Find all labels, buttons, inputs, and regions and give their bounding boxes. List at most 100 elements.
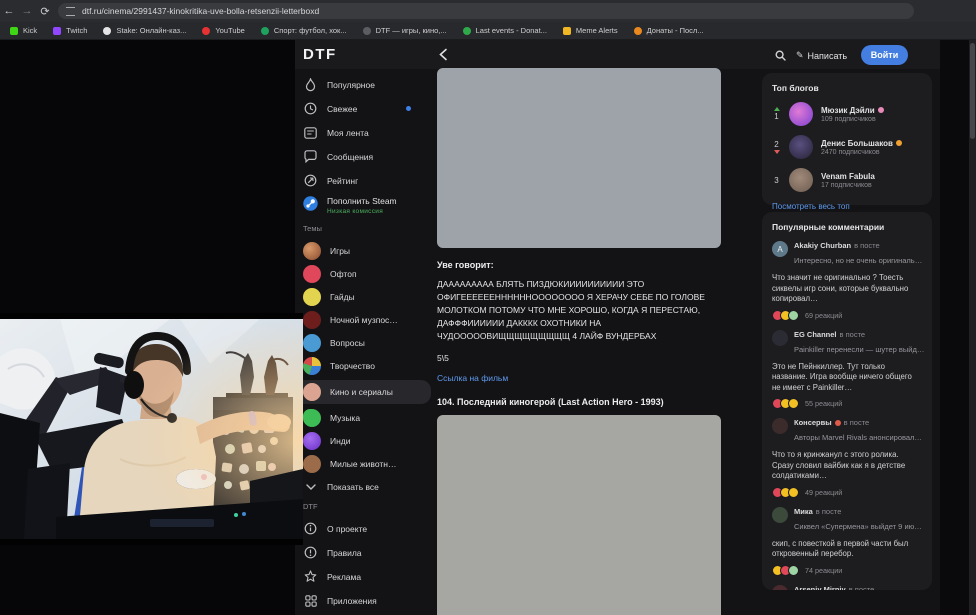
sidebar-item-steam-topup[interactable]: Пополнить Steam Низкая комиссия (303, 196, 427, 215)
comment-post-title[interactable]: Сиквел «Супермена» выйдет 9 ию… (794, 522, 922, 531)
url-bar[interactable]: dtf.ru/cinema/2991437-kinokritika-uve-bo… (58, 3, 914, 19)
comment-author[interactable]: Arseniy Mirniy (794, 585, 846, 591)
sidebar-item-my-feed[interactable]: Моя лента (303, 124, 427, 141)
donates-favicon (633, 26, 642, 35)
feed-icon (303, 125, 318, 140)
dtf-logo[interactable]: DTF (303, 46, 337, 63)
extra-reaction-icon[interactable] (788, 309, 799, 321)
avatar[interactable] (772, 584, 788, 590)
comment-post-title[interactable]: Интересно, но не очень оригиналь… (794, 256, 922, 265)
avatar[interactable] (772, 418, 788, 434)
chevron-down-icon (303, 479, 318, 494)
top-blog-row-3[interactable]: 3 Venam Fabula 17 подписчиков (772, 168, 922, 192)
login-button[interactable]: Войти (861, 45, 908, 65)
comment-author[interactable]: Akakiy Churban (794, 241, 851, 250)
topic-games[interactable]: Игры (303, 242, 427, 260)
sidebar-item-rules[interactable]: Правила (303, 544, 427, 561)
extra-reaction-icon[interactable] (788, 564, 799, 576)
topic-cinema-selected[interactable]: Кино и сериалы (295, 380, 431, 404)
next-film-title: 104. Последний киногерой (Last Action He… (437, 397, 664, 407)
film-link[interactable]: Ссылка на фильм (437, 373, 721, 383)
comment-post-title[interactable]: Авторы Marvel Rivals анонсировал… (794, 433, 922, 442)
dtf-favicon (362, 26, 371, 35)
sidebar-item-ads[interactable]: Реклама (303, 568, 427, 585)
site-settings-icon[interactable] (66, 6, 75, 16)
sidebar: Популярное Свежее Моя лента Сообщения Ре… (295, 76, 431, 615)
comment-text: Это не Пейнкиллер. Тут только название. … (772, 361, 912, 392)
top-blog-row-2[interactable]: 2 Денис Большаков 2470 подписчиков (772, 135, 922, 159)
comment-item[interactable]: Arseniy Mirniyв посте Софи Тёрнер сыграе… (772, 584, 922, 591)
trend-down-icon (773, 150, 780, 154)
bookmark-dtf[interactable]: DTF — игры, кино,... (362, 26, 447, 35)
topic-guides[interactable]: Гайды (303, 288, 427, 306)
eyes-reaction-icon[interactable] (788, 486, 799, 498)
topic-pets[interactable]: Милые животн… (303, 455, 427, 473)
back-chevron-icon[interactable] (438, 48, 448, 61)
forward-icon[interactable]: → (18, 5, 36, 17)
comment-author[interactable]: EG Channel (794, 330, 837, 339)
bookmark-meme-alerts[interactable]: Meme Alerts (562, 26, 618, 35)
write-button[interactable]: ✎ Написать (796, 50, 847, 61)
last-events-favicon (462, 26, 471, 35)
indie-topic-icon (303, 432, 321, 450)
sidebar-item-popular[interactable]: Популярное (303, 76, 427, 93)
bookmark-stake[interactable]: Stake: Онлайн-каз... (103, 26, 186, 35)
avatar[interactable] (789, 168, 813, 192)
night-music-topic-icon (303, 311, 321, 329)
sidebar-item-fresh[interactable]: Свежее (303, 100, 427, 117)
exclamation-icon (303, 545, 318, 560)
bookmark-kick[interactable]: Kick (10, 26, 37, 35)
reaction-count: 55 реакций (805, 399, 843, 408)
quote-heading: Уве говорит: (437, 260, 494, 270)
comment-post-title[interactable]: Painkiller перенесли — шутер выйд… (794, 345, 924, 354)
search-icon[interactable] (775, 50, 786, 61)
avatar[interactable] (772, 329, 788, 346)
info-icon (303, 521, 318, 536)
comment-item[interactable]: EG Channel в посте Painkiller перенесли —… (772, 329, 924, 409)
new-content-badge (406, 106, 411, 111)
reload-icon[interactable]: ⟳ (36, 5, 54, 18)
show-all-button[interactable]: Показать все (303, 478, 427, 495)
bookmark-last-events[interactable]: Last events - Donat... (462, 26, 547, 35)
bookmark-sport[interactable]: Спорт: футбол, хок... (260, 26, 347, 35)
top-blog-row-1[interactable]: 1 Мюзик Дэйли 109 подписчиков (772, 102, 922, 126)
comment-author[interactable]: Консервы (794, 418, 832, 427)
comment-item[interactable]: A Akakiy Churban в посте Интересно, но не… (772, 241, 922, 321)
avatar[interactable]: A (772, 241, 788, 257)
avatar[interactable] (772, 506, 788, 523)
topic-indie[interactable]: Инди (303, 432, 427, 450)
topic-offtop[interactable]: Офтоп (303, 265, 427, 283)
comment-text: Что то я кринжанул с этого ролика. Сразу… (772, 450, 906, 480)
back-icon[interactable]: ← (0, 5, 18, 17)
sidebar-item-apps[interactable]: Приложения (303, 592, 427, 609)
offtop-topic-icon (303, 265, 321, 283)
scrollbar-thumb[interactable] (970, 43, 975, 139)
steam-icon (303, 196, 318, 211)
bookmark-donates[interactable]: Донаты - Посл... (633, 26, 704, 35)
sidebar-item-messages[interactable]: Сообщения (303, 148, 427, 165)
top-blogs-card: Топ блогов 1 Мюзик Дэйли 109 подписчиков… (762, 73, 932, 211)
games-topic-icon (303, 242, 321, 260)
comment-item[interactable]: Мика в посте Сиквел «Супермена» выйдет 9 … (772, 506, 922, 576)
pets-topic-icon (303, 455, 321, 473)
laugh-reaction-icon[interactable] (788, 398, 799, 409)
comment-author[interactable]: Мика (794, 507, 813, 516)
see-full-top-link[interactable]: Посмотреть весь топ (772, 202, 922, 211)
topic-questions[interactable]: Вопросы (303, 334, 427, 352)
meme-alerts-favicon (562, 26, 571, 35)
sidebar-item-rating[interactable]: Рейтинг (303, 172, 427, 189)
topic-art[interactable]: Творчество (303, 357, 427, 375)
comment-item[interactable]: Консервы в посте Авторы Marvel Rivals ано… (772, 418, 922, 498)
bookmark-youtube[interactable]: YouTube (202, 26, 245, 35)
subscriber-count: 17 подписчиков (821, 181, 872, 189)
sidebar-item-about[interactable]: О проекте (303, 520, 427, 537)
subscriber-count: 109 подписчиков (821, 115, 876, 123)
avatar[interactable] (789, 135, 813, 159)
topic-music[interactable]: Музыка (303, 409, 427, 427)
avatar[interactable] (789, 102, 813, 126)
topic-night-music[interactable]: Ночной музпос… (303, 311, 427, 329)
youtube-favicon (202, 26, 211, 35)
bookmarks-bar: Kick Twitch Stake: Онлайн-каз... YouTube… (0, 22, 976, 40)
reaction-count: 74 реакции (805, 565, 843, 575)
bookmark-twitch[interactable]: Twitch (53, 26, 87, 35)
